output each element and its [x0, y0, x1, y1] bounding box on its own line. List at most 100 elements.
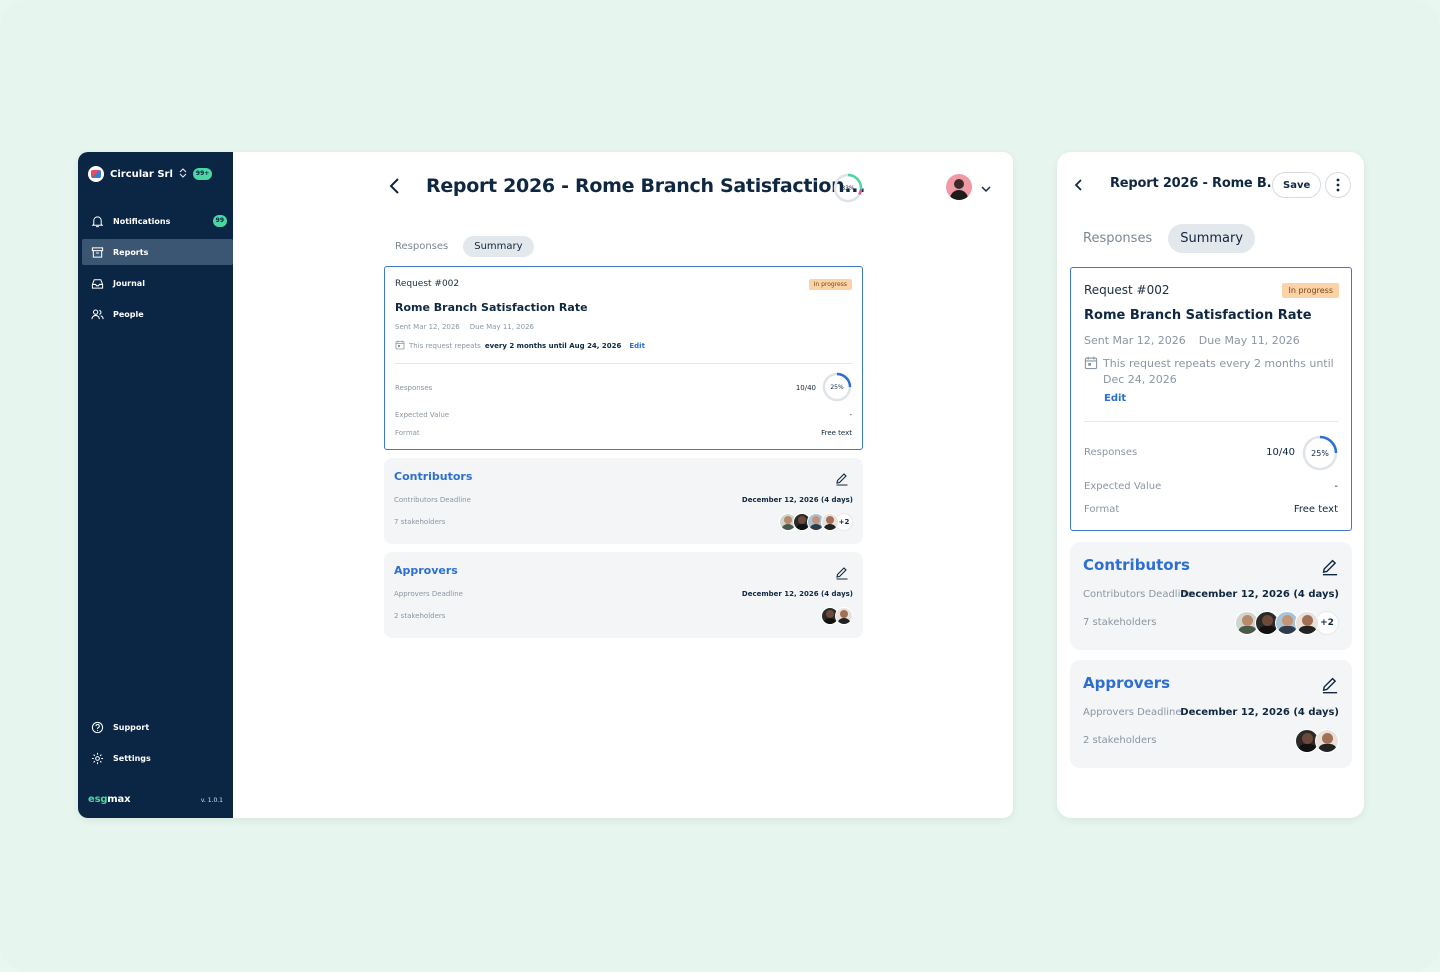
approvers-avatars[interactable]: [821, 607, 853, 625]
repeat-prefix: This request repeats: [409, 342, 481, 350]
edit-pencil-icon[interactable]: [835, 471, 849, 486]
calendar-icon: [1084, 356, 1098, 388]
page-title: Report 2026 - Rome Branch Satisfaction..…: [426, 175, 866, 197]
repeat-detail: every 2 months until Aug 24, 2026: [484, 342, 622, 350]
contributors-deadline-label: Contributors Deadline: [1083, 589, 1193, 600]
edit-pencil-icon[interactable]: [1321, 676, 1339, 694]
sidebar-item-label: Notifications: [113, 216, 171, 226]
request-card: Request #002 In progress Rome Branch Sat…: [384, 266, 863, 450]
calendar-icon: [395, 340, 405, 352]
back-arrow-icon[interactable]: [388, 176, 406, 198]
user-avatar[interactable]: [946, 174, 972, 200]
approvers-deadline-label: Approvers Deadline: [394, 590, 463, 598]
expected-value: -: [1334, 481, 1338, 492]
responses-count: 10/40: [1266, 447, 1295, 458]
request-name: Rome Branch Satisfaction Rate: [1084, 308, 1312, 323]
edit-repeat-link[interactable]: Edit: [1104, 393, 1126, 404]
approvers-card: Approvers Approvers Deadline December 12…: [384, 552, 863, 638]
chevron-updown-icon: [179, 168, 187, 180]
repeat-text: This request repeats every 2 months unti…: [1103, 357, 1334, 386]
sidebar-item-support[interactable]: Support: [82, 714, 233, 740]
responses-label: Responses: [395, 384, 433, 392]
tab-summary[interactable]: Summary: [463, 236, 534, 257]
approvers-avatars[interactable]: [1295, 729, 1339, 753]
edit-pencil-icon[interactable]: [835, 565, 849, 580]
tab-summary[interactable]: Summary: [1168, 224, 1256, 253]
responses-progress-ring: 25%: [821, 371, 853, 403]
org-name: Circular Srl: [110, 168, 173, 180]
org-switcher[interactable]: Circular Srl 99+: [88, 166, 213, 182]
tab-responses[interactable]: Responses: [1071, 224, 1164, 253]
approvers-deadline-label: Approvers Deadline: [1083, 707, 1182, 718]
request-dates: Sent Mar 12, 2026 Due May 11, 2026: [395, 323, 534, 331]
sidebar-bottom-nav: Support Settings: [82, 714, 233, 776]
contributors-card: Contributors Contributors Deadline Decem…: [1070, 542, 1352, 650]
mobile-window: Report 2026 - Rome B... Save Responses S…: [1057, 152, 1364, 818]
chevron-down-icon[interactable]: [980, 180, 992, 193]
status-badge: In progress: [1282, 283, 1339, 298]
contributors-deadline-value: December 12, 2026 (4 days): [1180, 589, 1339, 600]
avatar: [821, 513, 839, 531]
approvers-count: 2 stakeholders: [394, 612, 446, 620]
format-value: Free text: [821, 429, 852, 437]
approvers-card: Approvers Approvers Deadline December 12…: [1070, 660, 1352, 768]
approvers-deadline-value: December 12, 2026 (4 days): [1180, 707, 1339, 718]
sent-date: Sent Mar 12, 2026: [1084, 334, 1186, 347]
status-badge: In progress: [808, 279, 852, 290]
approvers-deadline-value: December 12, 2026 (4 days): [741, 590, 853, 598]
tab-responses[interactable]: Responses: [384, 236, 459, 257]
sidebar-item-label: Reports: [113, 247, 149, 257]
org-badge: 99+: [192, 168, 213, 180]
inbox-icon: [90, 276, 104, 290]
contributors-count: 7 stakeholders: [1083, 617, 1157, 628]
format-label: Format: [395, 429, 420, 437]
avatar: [835, 607, 853, 625]
contributors-card: Contributors Contributors Deadline Decem…: [384, 458, 863, 544]
request-name: Rome Branch Satisfaction Rate: [395, 301, 588, 314]
contributors-deadline-label: Contributors Deadline: [394, 496, 471, 504]
sidebar-item-label: Settings: [113, 753, 151, 763]
responses-label: Responses: [1084, 447, 1138, 458]
format-value: Free text: [1293, 504, 1338, 515]
kebab-menu-icon: [1336, 178, 1340, 192]
notifications-badge: 99: [212, 215, 227, 227]
contributors-avatars[interactable]: +2: [779, 513, 853, 531]
contributors-avatars[interactable]: +2: [1235, 611, 1339, 635]
back-arrow-icon[interactable]: [1073, 176, 1087, 194]
sidebar-nav: Notifications 99 Reports Journal People: [82, 208, 233, 332]
report-progress-label: 33%: [841, 184, 855, 192]
contributors-deadline-value: December 12, 2026 (4 days): [741, 496, 853, 504]
sidebar-item-people[interactable]: People: [82, 301, 233, 327]
app-version: v. 1.0.1: [200, 797, 223, 804]
edit-pencil-icon[interactable]: [1321, 558, 1339, 576]
request-dates: Sent Mar 12, 2026 Due May 11, 2026: [1084, 334, 1300, 347]
sidebar-item-reports[interactable]: Reports: [82, 239, 233, 265]
approvers-title: Approvers: [1083, 674, 1171, 692]
approvers-title: Approvers: [394, 564, 458, 577]
sidebar-item-settings[interactable]: Settings: [82, 745, 233, 771]
expected-label: Expected Value: [1084, 481, 1162, 492]
expected-label: Expected Value: [395, 411, 450, 419]
avatar: [1315, 729, 1339, 753]
format-label: Format: [1084, 504, 1120, 515]
responses-pct: 25%: [830, 383, 844, 391]
more-options-button[interactable]: [1325, 172, 1351, 198]
responses-count: 10/40: [795, 384, 816, 392]
page-header: Report 2026 - Rome Branch Satisfaction..…: [388, 172, 998, 204]
sidebar-item-notifications[interactable]: Notifications 99: [82, 208, 233, 234]
contributors-title: Contributors: [394, 470, 473, 483]
edit-repeat-link[interactable]: Edit: [629, 342, 645, 350]
sidebar-item-journal[interactable]: Journal: [82, 270, 233, 296]
responses-progress-ring: 25%: [1301, 434, 1339, 472]
approvers-count: 2 stakeholders: [1083, 735, 1157, 746]
sent-date: Sent Mar 12, 2026: [395, 323, 460, 331]
archive-icon: [90, 245, 104, 259]
repeat-info: This request repeats every 2 months unti…: [395, 340, 645, 352]
sidebar-item-label: People: [113, 309, 144, 319]
save-button[interactable]: Save: [1272, 172, 1322, 198]
gear-icon: [90, 751, 104, 765]
tab-bar: Responses Summary: [384, 236, 534, 257]
brand-logo: esgmax: [88, 794, 131, 805]
sidebar-item-label: Journal: [113, 278, 145, 288]
contributors-count: 7 stakeholders: [394, 518, 446, 526]
